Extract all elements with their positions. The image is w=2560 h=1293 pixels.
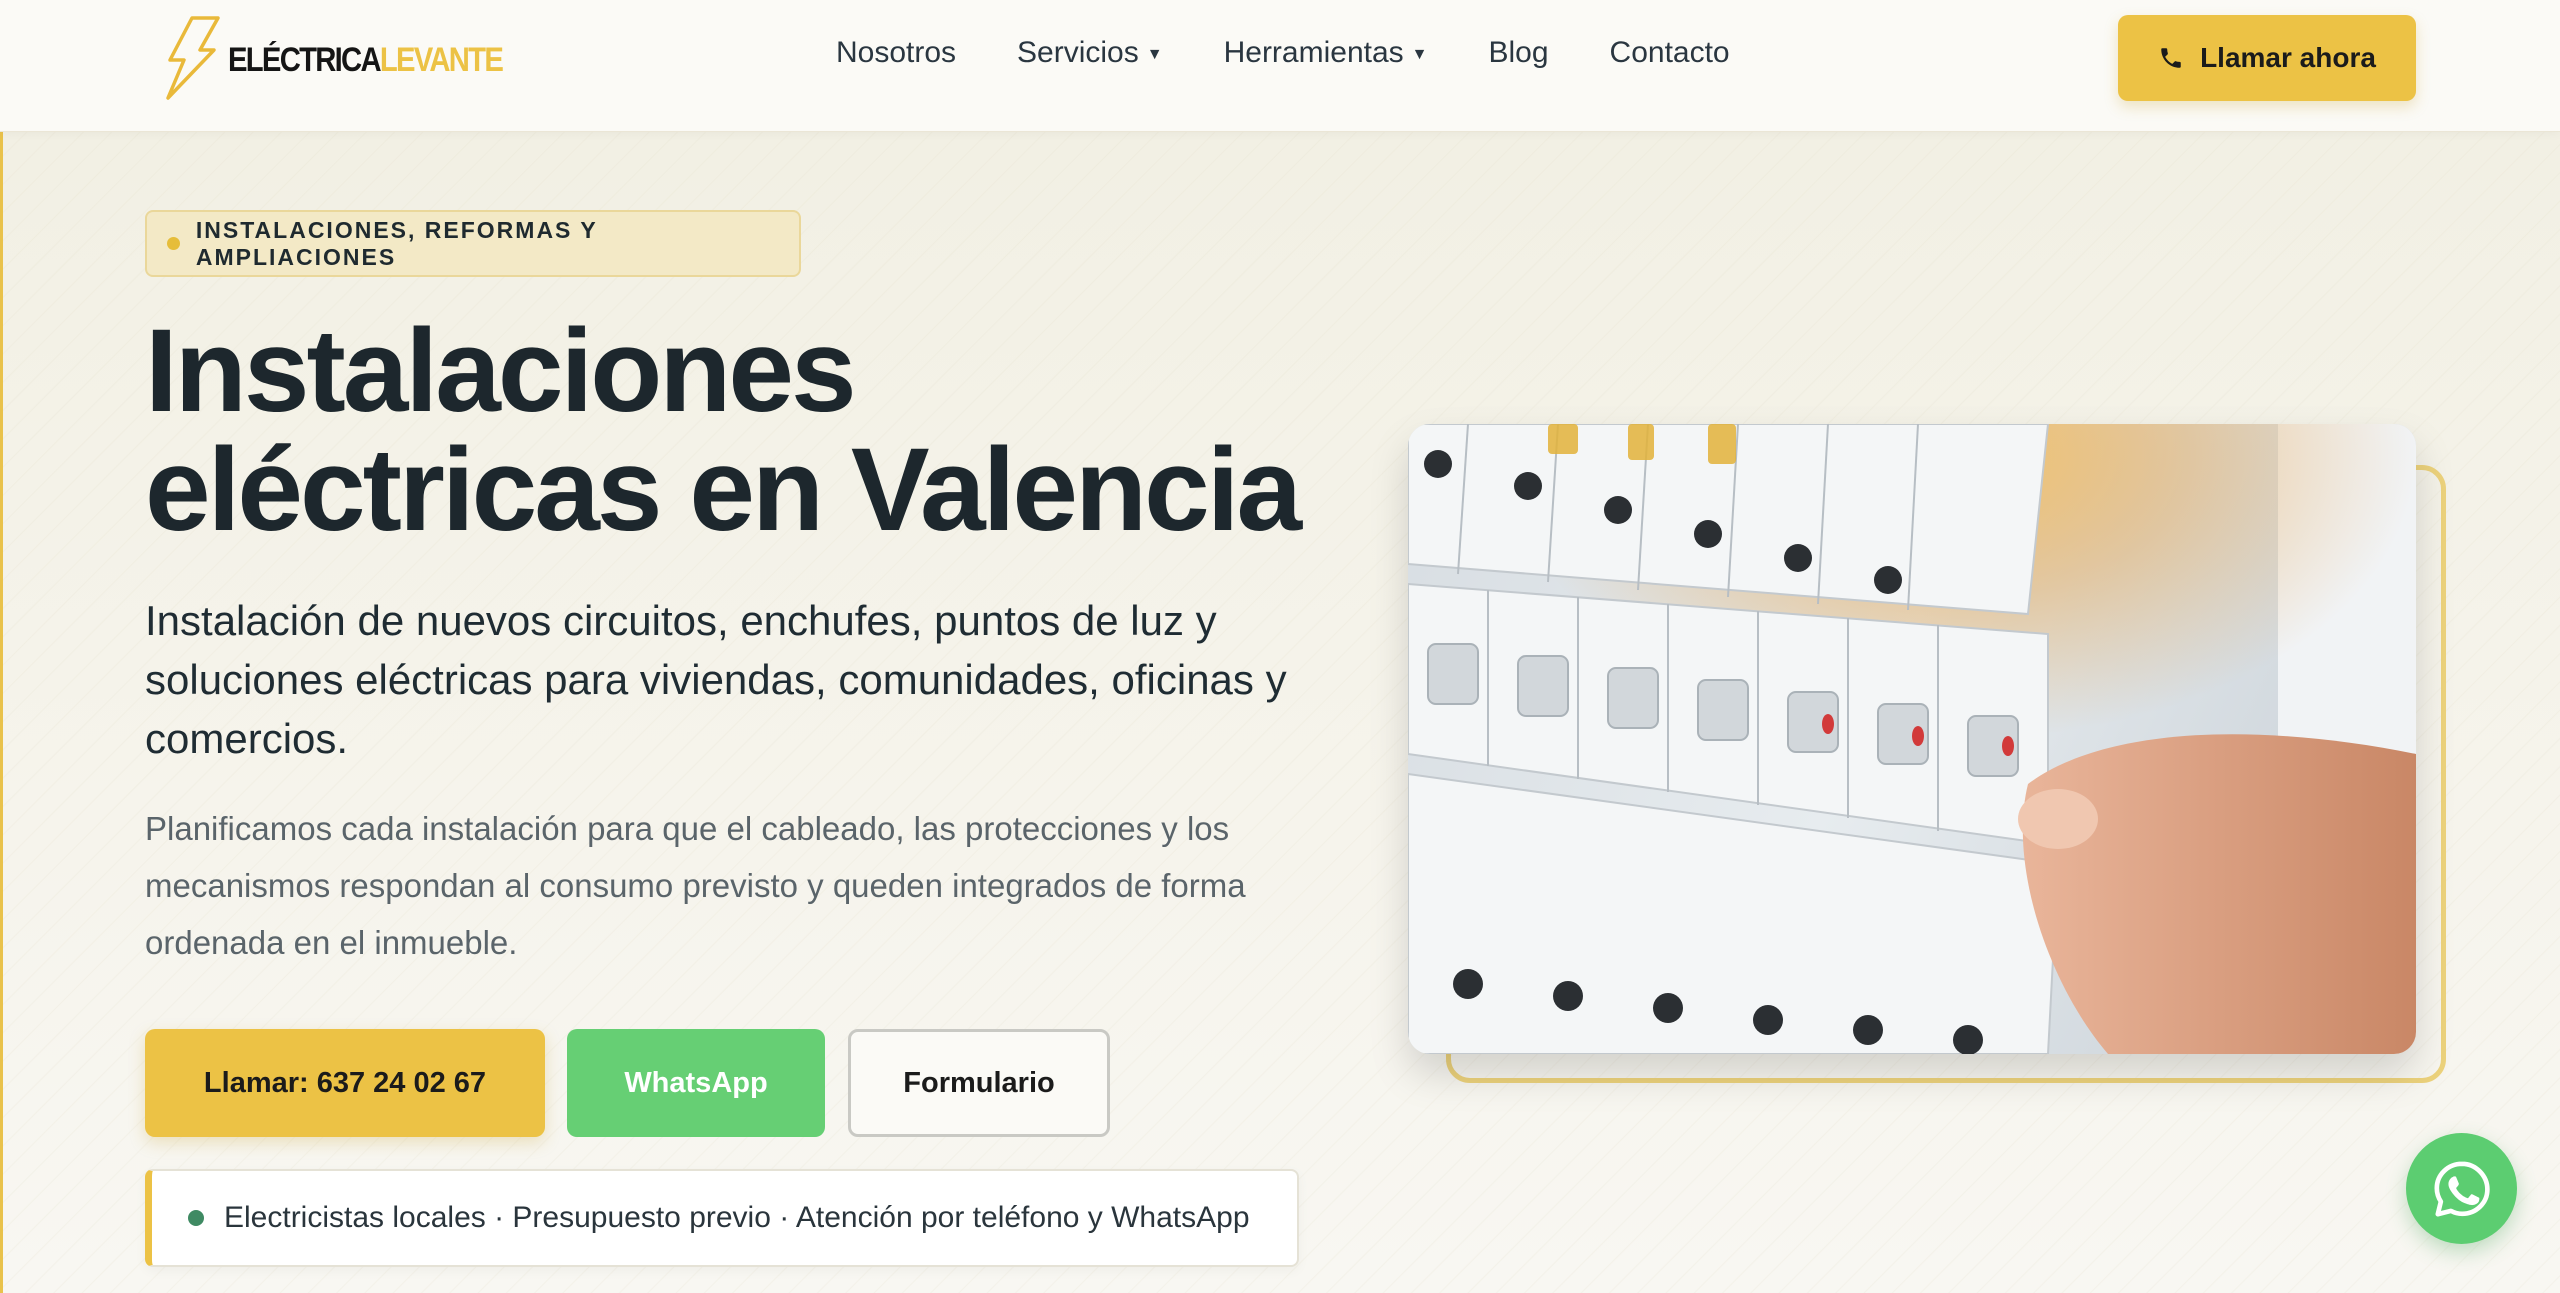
nav-item-label: Blog bbox=[1488, 36, 1549, 69]
hero-image-electrical-panel bbox=[1408, 424, 2416, 1054]
nav-item-label: Nosotros bbox=[836, 36, 957, 69]
nav-item-label: Herramientas bbox=[1223, 36, 1404, 69]
status-dot bbox=[188, 1210, 204, 1226]
nav-item-blog[interactable]: Blog bbox=[1489, 36, 1549, 70]
logo[interactable]: ELÉCTRICALEVANTE bbox=[158, 14, 547, 100]
call-now-button[interactable]: Llamar ahora bbox=[2118, 15, 2416, 101]
hero-subtitle: Instalación de nuevos circuitos, enchufe… bbox=[145, 597, 1287, 762]
left-accent-bar bbox=[0, 132, 3, 1293]
nav-item-herramientas[interactable]: Herramientas ▼ bbox=[1224, 36, 1428, 70]
form-button[interactable]: Formulario bbox=[848, 1029, 1110, 1137]
logo-text-part2: LEVANTE bbox=[379, 40, 504, 79]
trust-bar: Electricistas locales · Presupuesto prev… bbox=[145, 1169, 1299, 1267]
nav-item-label: Contacto bbox=[1609, 36, 1730, 69]
nav-item-nosotros[interactable]: Nosotros bbox=[836, 36, 956, 70]
page-title: Instalaciones eléctricas en Valencia bbox=[145, 312, 1345, 550]
logo-text-part1: ELÉCTRICA bbox=[228, 40, 382, 79]
nav-item-servicios[interactable]: Servicios ▼ bbox=[1017, 36, 1163, 70]
main-nav: Nosotros Servicios ▼ Herramientas ▼ Blog… bbox=[836, 36, 1730, 70]
call-now-label: Llamar ahora bbox=[2200, 42, 2376, 73]
hero-description: Planificamos cada instalación para que e… bbox=[145, 810, 1246, 961]
caret-down-icon: ▼ bbox=[1146, 46, 1163, 63]
logo-text: ELÉCTRICALEVANTE bbox=[228, 40, 504, 80]
whatsapp-floating-button[interactable] bbox=[2406, 1133, 2517, 1244]
nav-item-label: Servicios bbox=[1017, 36, 1139, 69]
call-phone-button[interactable]: Llamar: 637 24 02 67 bbox=[145, 1029, 545, 1137]
caret-down-icon: ▼ bbox=[1411, 46, 1428, 63]
title-line-2: eléctricas en Valencia bbox=[145, 424, 1302, 556]
eyebrow-text: INSTALACIONES, REFORMAS Y AMPLIACIONES bbox=[195, 216, 598, 270]
whatsapp-button[interactable]: WhatsApp bbox=[567, 1029, 825, 1137]
badge-dot bbox=[167, 237, 180, 250]
electrical-panel-illustration bbox=[1408, 424, 2416, 1054]
site-header: ELÉCTRICALEVANTE Nosotros Servicios ▼ He… bbox=[0, 0, 2560, 132]
eyebrow-badge: INSTALACIONES, REFORMAS Y AMPLIACIONES bbox=[145, 210, 801, 277]
whatsapp-icon bbox=[2433, 1160, 2490, 1217]
nav-item-contacto[interactable]: Contacto bbox=[1610, 36, 1730, 70]
lightning-bolt-icon bbox=[166, 16, 220, 100]
trust-text: Electricistas locales · Presupuesto prev… bbox=[224, 1201, 1250, 1234]
title-line-1: Instalaciones bbox=[145, 305, 857, 437]
phone-icon bbox=[2161, 48, 2181, 68]
